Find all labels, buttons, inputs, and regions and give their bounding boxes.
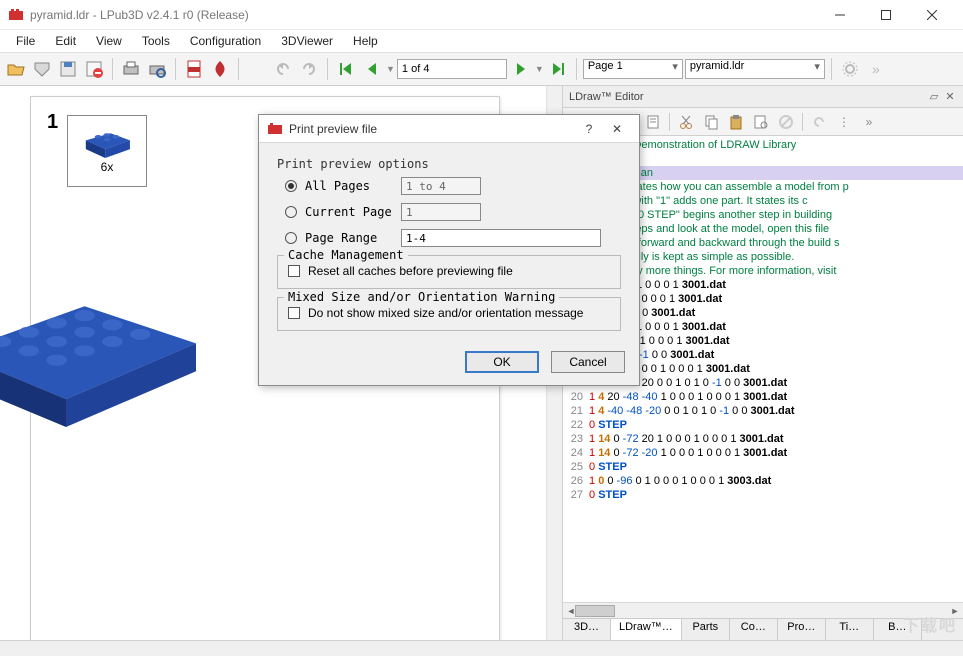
page-select[interactable]: Page 1▾ (583, 59, 683, 79)
radio-all-label: All Pages (305, 179, 401, 193)
editor-line: 250 STEP (565, 460, 963, 474)
brick-icon (79, 128, 135, 158)
menu-help[interactable]: Help (343, 32, 388, 50)
editor-line: 201 4 20 -48 -40 1 0 0 0 1 0 0 0 1 3001.… (565, 390, 963, 404)
chevron-right-icon[interactable]: » (864, 57, 888, 81)
menu-tools[interactable]: Tools (132, 32, 180, 50)
options-group-label: Print preview options (277, 157, 621, 171)
close-button[interactable] (909, 0, 955, 30)
save-as-icon[interactable] (56, 57, 80, 81)
editor-line: 261 0 0 -96 0 1 0 0 0 1 0 0 0 1 3003.dat (565, 474, 963, 488)
page-indicator-input[interactable] (397, 59, 507, 79)
ok-button[interactable]: OK (465, 351, 539, 373)
ed-cut-icon[interactable] (675, 111, 697, 133)
first-page-icon[interactable] (334, 57, 358, 81)
print-preview-icon[interactable] (145, 57, 169, 81)
radio-page-range[interactable] (285, 232, 297, 244)
app-icon (8, 7, 24, 23)
editor-line: 231 14 0 -72 20 1 0 0 0 1 0 0 0 1 3001.d… (565, 432, 963, 446)
reset-caches-checkbox[interactable] (288, 265, 300, 277)
cache-fieldset: Cache Management Reset all caches before… (277, 255, 621, 289)
close-file-icon[interactable] (82, 57, 106, 81)
current-page-value (401, 203, 481, 221)
cancel-button[interactable]: Cancel (551, 351, 625, 373)
radio-current-label: Current Page (305, 205, 401, 219)
parts-callout: 6x (67, 115, 147, 187)
print-preview-dialog: Print preview file ? ✕ Print preview opt… (258, 114, 640, 386)
statusbar (0, 640, 963, 656)
save-icon[interactable] (30, 57, 54, 81)
print-icon[interactable] (119, 57, 143, 81)
prev-page-icon[interactable] (360, 57, 384, 81)
tab-3d[interactable]: 3D… (563, 619, 611, 640)
maximize-button[interactable] (863, 0, 909, 30)
ed-doc-icon[interactable] (642, 111, 664, 133)
tab-parts[interactable]: Parts (682, 619, 730, 640)
prev-dd-icon[interactable]: ▼ (386, 64, 395, 74)
mixed-warning-checkbox[interactable] (288, 307, 300, 319)
last-page-icon[interactable] (546, 57, 570, 81)
mixed-warning-label: Do not show mixed size and/or orientatio… (308, 306, 583, 320)
menu-edit[interactable]: Edit (45, 32, 86, 50)
undo-icon[interactable] (271, 57, 295, 81)
all-pages-value (401, 177, 481, 195)
editor-line: 270 STEP (565, 488, 963, 502)
window-title: pyramid.ldr - LPub3D v2.4.1 r0 (Release) (30, 8, 817, 22)
dialog-help-button[interactable]: ? (575, 117, 603, 141)
next-page-icon[interactable] (509, 57, 533, 81)
reset-caches-label: Reset all caches before previewing file (308, 264, 513, 278)
next-dd-icon[interactable]: ▼ (535, 64, 544, 74)
cache-legend: Cache Management (284, 248, 408, 262)
menu-view[interactable]: View (86, 32, 132, 50)
tab-b[interactable]: B… (874, 619, 922, 640)
tab-ldraw[interactable]: LDraw™… (611, 619, 682, 640)
editor-close-icon[interactable]: ✕ (943, 90, 957, 104)
editor-titlebar: LDraw™ Editor ▱ ✕ (563, 86, 963, 108)
editor-hscrollbar[interactable]: ◄► (563, 602, 963, 618)
menu-configuration[interactable]: Configuration (180, 32, 271, 50)
editor-title: LDraw™ Editor (569, 91, 925, 103)
main-toolbar: ▼ ▼ Page 1▾ pyramid.ldr▾ » (0, 52, 963, 86)
dialog-app-icon (267, 121, 283, 137)
radio-range-label: Page Range (305, 231, 401, 245)
mixed-fieldset: Mixed Size and/or Orientation Warning Do… (277, 297, 621, 331)
radio-all-pages[interactable] (285, 180, 297, 192)
dialog-title: Print preview file (289, 122, 575, 136)
dialog-close-button[interactable]: ✕ (603, 117, 631, 141)
tab-co[interactable]: Co… (730, 619, 778, 640)
export-pdf-icon[interactable] (182, 57, 206, 81)
menu-file[interactable]: File (6, 32, 45, 50)
acrobat-icon[interactable] (208, 57, 232, 81)
ed-copy-icon[interactable] (700, 111, 722, 133)
editor-line: 241 14 0 -72 -20 1 0 0 0 1 0 0 0 1 3001.… (565, 446, 963, 460)
callout-qty: 6x (101, 160, 114, 174)
ed-disabled-icon[interactable] (775, 111, 797, 133)
step-number: 1 (47, 111, 58, 134)
tab-ti[interactable]: Ti… (826, 619, 874, 640)
minimize-button[interactable] (817, 0, 863, 30)
ed-undo-icon[interactable] (808, 111, 830, 133)
menubar: File Edit View Tools Configuration 3DVie… (0, 30, 963, 52)
tab-pro[interactable]: Pro… (778, 619, 826, 640)
editor-tabs: 3D… LDraw™… Parts Co… Pro… Ti… B… (563, 618, 963, 640)
menu-3dviewer[interactable]: 3DViewer (271, 32, 343, 50)
window-titlebar: pyramid.ldr - LPub3D v2.4.1 r0 (Release) (0, 0, 963, 30)
editor-line: 211 4 -40 -48 -20 0 0 1 0 1 0 -1 0 0 300… (565, 404, 963, 418)
redo-icon[interactable] (297, 57, 321, 81)
gear-icon[interactable] (838, 57, 862, 81)
mixed-legend: Mixed Size and/or Orientation Warning (284, 290, 559, 304)
ed-more-icon[interactable]: ⋮ (833, 111, 855, 133)
ed-find-icon[interactable] (750, 111, 772, 133)
page-range-input[interactable] (401, 229, 601, 247)
assembly-brick-icon (0, 297, 211, 427)
ed-paste-icon[interactable] (725, 111, 747, 133)
dialog-titlebar[interactable]: Print preview file ? ✕ (259, 115, 639, 143)
radio-current-page[interactable] (285, 206, 297, 218)
ed-chevron-icon[interactable]: » (858, 111, 880, 133)
editor-line: 220 STEP (565, 418, 963, 432)
editor-float-icon[interactable]: ▱ (927, 90, 941, 104)
open-icon[interactable] (4, 57, 28, 81)
file-select[interactable]: pyramid.ldr▾ (685, 59, 825, 79)
